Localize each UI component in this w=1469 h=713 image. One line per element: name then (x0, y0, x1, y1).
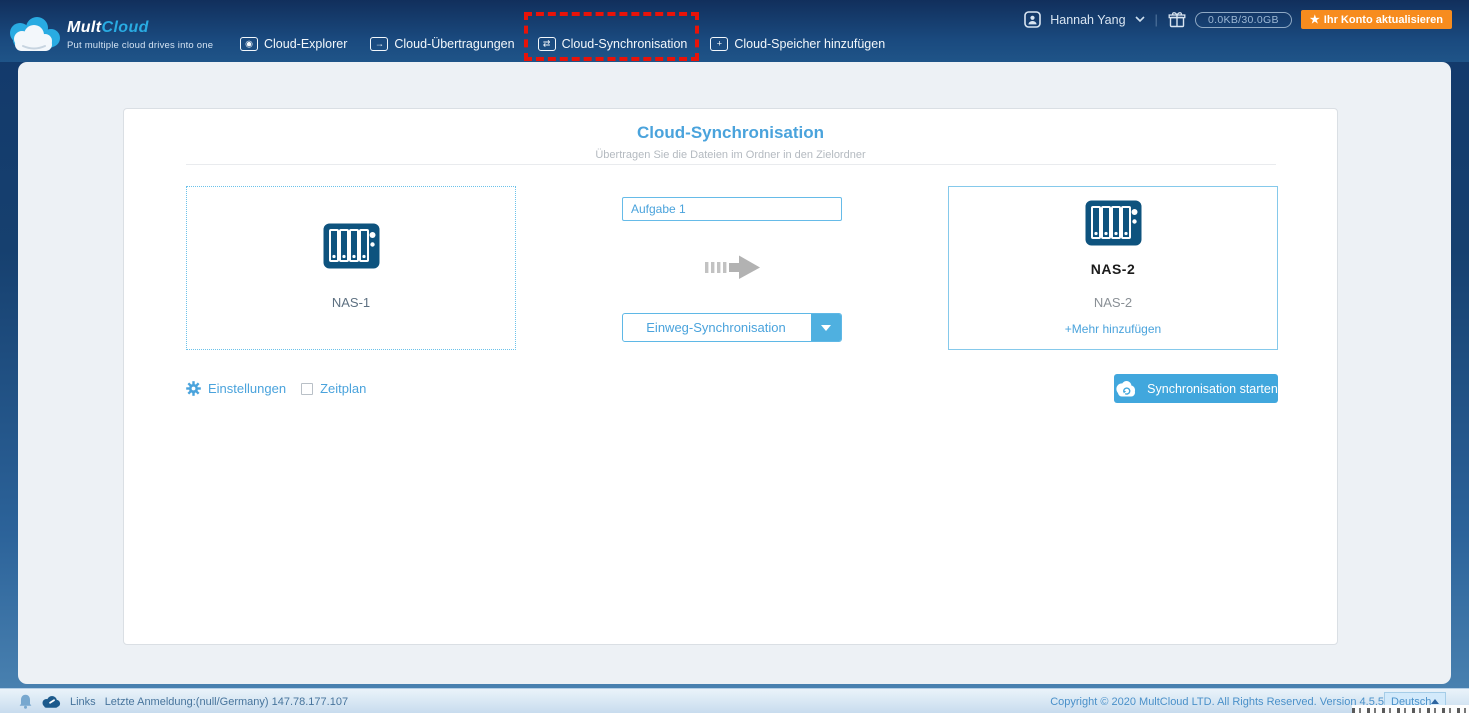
source-cloud-box[interactable]: NAS-1 (186, 186, 516, 350)
bell-icon[interactable] (19, 694, 32, 709)
upgrade-label: Ihr Konto aktualisieren (1323, 13, 1443, 26)
footer-left: Links Letzte Anmeldung:(null/Germany) 14… (19, 689, 348, 713)
cloud-sync-glyph: ⇄ (542, 38, 551, 48)
add-cloud-glyph: + (716, 38, 722, 48)
add-more-link[interactable]: +Mehr hinzufügen (1065, 322, 1161, 336)
cloud-transfer-icon: → (370, 37, 389, 51)
source-cloud-name: NAS-1 (331, 295, 371, 310)
nav-cloud-explorer[interactable]: ◉ Cloud-Explorer (238, 34, 349, 54)
gear-icon[interactable] (186, 381, 201, 396)
caret-up-icon (1431, 699, 1440, 704)
cloud-sync-button-icon (1116, 381, 1136, 397)
cloud-sync-icon: ⇄ (537, 37, 556, 51)
footer-bar: Links Letzte Anmeldung:(null/Germany) 14… (0, 688, 1469, 713)
schedule-checkbox[interactable] (301, 382, 314, 395)
caret-down-icon (821, 324, 831, 331)
schedule-label[interactable]: Zeitplan (320, 381, 366, 396)
avatar-icon[interactable] (1024, 11, 1042, 28)
sync-mode-dropdown[interactable]: Einweg-Synchronisation (622, 313, 842, 342)
content-panel: Cloud-Synchronisation Übertragen Sie die… (18, 62, 1451, 684)
brand-cloud: Cloud (101, 19, 149, 36)
brand-name: MultCloud (67, 19, 213, 37)
nav-add-cloud-storage[interactable]: + Cloud-Speicher hinzufügen (708, 34, 887, 54)
direction-arrow-icon (705, 253, 760, 286)
screen-edge-artifact (1352, 705, 1469, 713)
gift-icon[interactable] (1168, 11, 1186, 28)
options-row: Einstellungen Zeitplan (186, 381, 366, 396)
nav-label: Cloud-Speicher hinzufügen (734, 37, 886, 51)
target-cloud-box[interactable]: NAS-2 NAS-2 +Mehr hinzufügen (948, 186, 1278, 350)
links-label[interactable]: Links (70, 696, 96, 708)
multcloud-logo[interactable]: MultCloud Put multiple cloud drives into… (7, 16, 213, 54)
start-sync-label: Synchronisation starten (1147, 381, 1278, 396)
task-name-input[interactable] (622, 197, 842, 221)
storage-usage-badge[interactable]: 0.0KB/30.0GB (1194, 11, 1292, 28)
cloud-explorer-icon: ◉ (240, 37, 258, 51)
divider (186, 164, 1276, 165)
brand-tagline: Put multiple cloud drives into one (67, 40, 214, 51)
cloud-link-icon[interactable] (41, 695, 61, 708)
dropdown-toggle-button[interactable] (811, 314, 841, 341)
last-login-text: Letzte Anmeldung:(null/Germany) 147.78.1… (104, 695, 349, 708)
logo-text: MultCloud Put multiple cloud drives into… (67, 19, 213, 51)
add-cloud-icon: + (710, 37, 729, 51)
upgrade-account-button[interactable]: ★ Ihr Konto aktualisieren (1300, 10, 1452, 29)
brand-mult: Mult (67, 19, 102, 36)
target-cloud-name: NAS-2 (1090, 261, 1136, 277)
nas-device-icon (1085, 200, 1141, 246)
target-cloud-account: NAS-2 (1093, 295, 1133, 310)
copyright-text: Copyright © 2020 MultCloud LTD. All Righ… (1050, 696, 1384, 708)
page-subtitle: Übertragen Sie die Dateien im Ordner in … (595, 149, 866, 161)
nav-label: Cloud-Synchronisation (561, 37, 688, 51)
nav-cloud-transfer[interactable]: → Cloud-Übertragungen (368, 34, 516, 54)
cloud-transfer-glyph: → (374, 38, 384, 48)
logo-cloud-icon (10, 17, 60, 51)
nav-label: Cloud-Explorer (264, 37, 348, 51)
cloud-explorer-glyph: ◉ (245, 38, 253, 48)
nav-label: Cloud-Übertragungen (394, 37, 515, 51)
chevron-down-icon[interactable] (1134, 16, 1145, 23)
separator: | (1154, 12, 1158, 27)
page-title: Cloud-Synchronisation (637, 123, 824, 142)
user-area: Hannah Yang | 0.0KB/30.0GB ★ Ihr Konto a… (1024, 10, 1452, 29)
user-name[interactable]: Hannah Yang (1050, 13, 1125, 27)
top-navbar: MultCloud Put multiple cloud drives into… (0, 0, 1469, 62)
cloud-sync-card: Cloud-Synchronisation Übertragen Sie die… (123, 108, 1338, 645)
nav-cloud-sync[interactable]: ⇄ Cloud-Synchronisation (523, 12, 700, 61)
main-navigation: ◉ Cloud-Explorer → Cloud-Übertragungen ⇄… (238, 12, 887, 61)
nas-device-icon (323, 223, 379, 269)
sync-mode-value: Einweg-Synchronisation (646, 320, 786, 335)
start-sync-button[interactable]: Synchronisation starten (1114, 374, 1278, 403)
star-icon: ★ (1309, 14, 1320, 26)
settings-link[interactable]: Einstellungen (208, 381, 286, 396)
